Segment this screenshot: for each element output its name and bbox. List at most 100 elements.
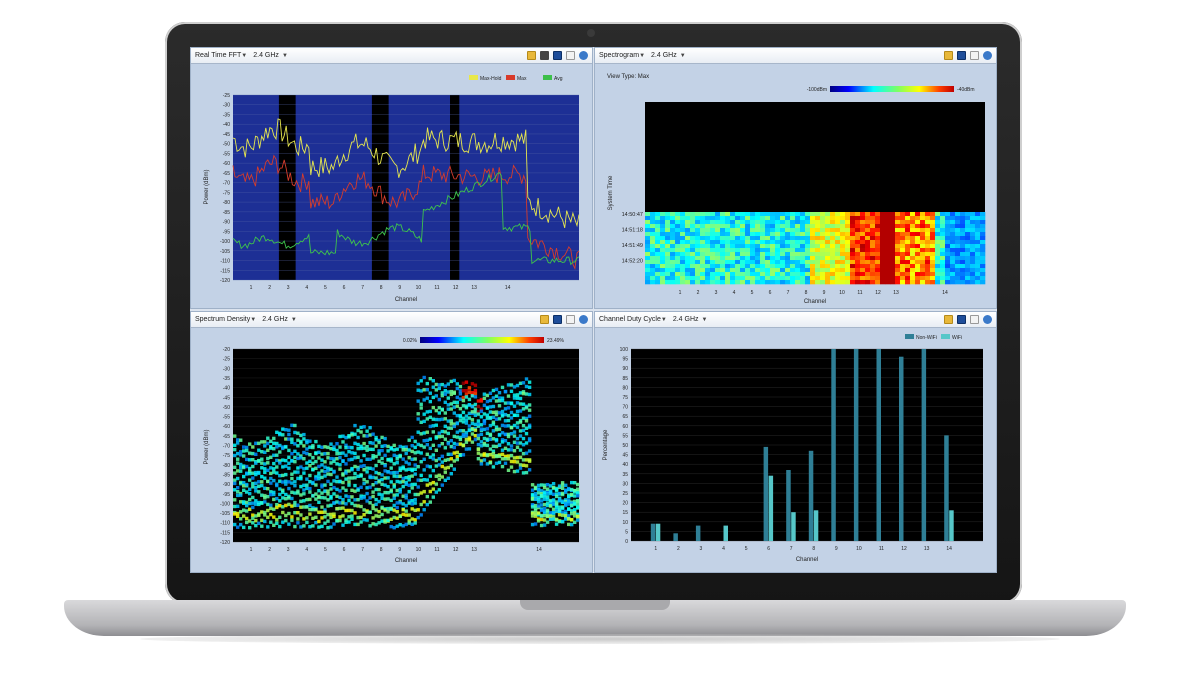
- density-cell: [251, 505, 255, 510]
- spectrogram-cell: [715, 256, 721, 261]
- spectrogram-cell: [710, 212, 716, 217]
- density-cell: [548, 484, 553, 488]
- density-cell: [287, 522, 291, 526]
- density-cell: [551, 517, 556, 521]
- y-tick-label: 50: [622, 443, 628, 449]
- density-cell: [500, 423, 505, 428]
- spectrogram-cell: [880, 260, 886, 265]
- grid-icon[interactable]: [957, 51, 966, 60]
- density-cell: [512, 456, 517, 460]
- help-icon[interactable]: [983, 315, 992, 324]
- density-cell: [383, 508, 387, 512]
- document-icon[interactable]: [566, 315, 575, 324]
- document-icon[interactable]: [970, 315, 979, 324]
- open-folder-icon[interactable]: [944, 315, 953, 324]
- density-cell: [410, 517, 414, 521]
- spectrogram-cell: [670, 272, 676, 277]
- spectrogram-cell: [775, 232, 781, 237]
- spectrogram-cell: [645, 264, 651, 269]
- density-cell: [491, 452, 496, 456]
- density-cell: [251, 471, 255, 475]
- spectrogram-cell: [685, 220, 691, 225]
- spectrogram-cell: [810, 256, 816, 261]
- density-cell: [567, 507, 571, 511]
- density-cell: [386, 470, 390, 474]
- density-cell: [506, 401, 511, 405]
- open-folder-icon[interactable]: [944, 51, 953, 60]
- density-cell: [347, 458, 351, 462]
- document-icon[interactable]: [970, 51, 979, 60]
- spectrogram-cell: [950, 228, 956, 233]
- density-cell: [428, 415, 432, 419]
- grid-icon[interactable]: [553, 51, 562, 60]
- spectrogram-cell: [665, 212, 671, 217]
- grid-icon[interactable]: [957, 315, 966, 324]
- title-dropdown-icon[interactable]: ▼: [241, 53, 247, 59]
- density-cell: [440, 408, 444, 412]
- density-cell: [573, 481, 577, 485]
- density-cell: [515, 409, 520, 414]
- density-cell: [515, 441, 520, 445]
- title-dropdown-icon[interactable]: ▼: [661, 317, 667, 323]
- density-cell: [242, 525, 246, 530]
- spectrogram-cell: [920, 276, 926, 281]
- spectrogram-cell: [840, 276, 846, 281]
- band-select[interactable]: 2.4 GHz ▼: [673, 316, 708, 323]
- spectrogram-cell: [870, 224, 876, 229]
- density-cell: [287, 480, 291, 484]
- spectrogram-cell: [830, 244, 836, 249]
- spectrogram-cell: [775, 248, 781, 253]
- density-cell: [344, 494, 348, 498]
- grid-icon[interactable]: [553, 315, 562, 324]
- band-select[interactable]: 2.4 GHz ▼: [262, 316, 297, 323]
- spectrogram-cell: [915, 232, 921, 237]
- title-dropdown-icon[interactable]: ▼: [639, 53, 645, 59]
- density-cell: [251, 485, 255, 489]
- help-icon[interactable]: [579, 315, 588, 324]
- density-cell: [359, 515, 363, 520]
- band-select[interactable]: 2.4 GHz ▼: [651, 52, 686, 59]
- density-cell: [440, 460, 444, 464]
- title-dropdown-icon[interactable]: ▼: [250, 317, 256, 323]
- spectrogram-cell: [670, 236, 676, 241]
- spectrogram-cell: [745, 244, 751, 249]
- document-icon[interactable]: [566, 51, 575, 60]
- density-cell: [416, 515, 420, 520]
- density-cell: [488, 453, 493, 457]
- spectrogram-cell: [670, 264, 676, 269]
- spectrogram-cell: [725, 260, 731, 265]
- spectrogram-cell: [750, 276, 756, 281]
- spectrogram-cell: [695, 280, 701, 285]
- spectrogram-cell: [975, 216, 981, 221]
- density-cell: [570, 487, 574, 492]
- open-folder-icon[interactable]: [527, 51, 536, 60]
- density-cell: [395, 461, 399, 465]
- spectrogram-cell: [805, 220, 811, 225]
- settings-list-icon[interactable]: [540, 51, 549, 60]
- spectrogram-cell: [735, 240, 741, 245]
- density-cell: [434, 388, 438, 392]
- help-icon[interactable]: [983, 51, 992, 60]
- density-cell: [293, 460, 297, 464]
- spectrogram-cell: [945, 276, 951, 281]
- band-select[interactable]: 2.4 GHz ▼: [253, 52, 288, 59]
- density-cell: [260, 518, 264, 522]
- density-cell: [536, 491, 541, 495]
- time-tick-label: 14:51:49: [622, 243, 643, 249]
- x-tick-label: 8: [380, 285, 383, 291]
- open-folder-icon[interactable]: [540, 315, 549, 324]
- spectrogram-cell: [825, 236, 831, 241]
- help-icon[interactable]: [579, 51, 588, 60]
- spectrogram-cell: [660, 256, 666, 261]
- y-tick-label: -85: [223, 472, 230, 478]
- spectrogram-cell: [715, 252, 721, 257]
- density-cell: [374, 454, 378, 459]
- density-cell: [434, 394, 438, 398]
- density-cell: [449, 457, 453, 461]
- density-cell: [395, 524, 399, 528]
- spectrogram-cell: [785, 216, 791, 221]
- spectrogram-cell: [810, 224, 816, 229]
- density-cell: [404, 447, 408, 452]
- density-cell: [488, 437, 493, 441]
- bar-non-wifi-ch2: [673, 533, 678, 541]
